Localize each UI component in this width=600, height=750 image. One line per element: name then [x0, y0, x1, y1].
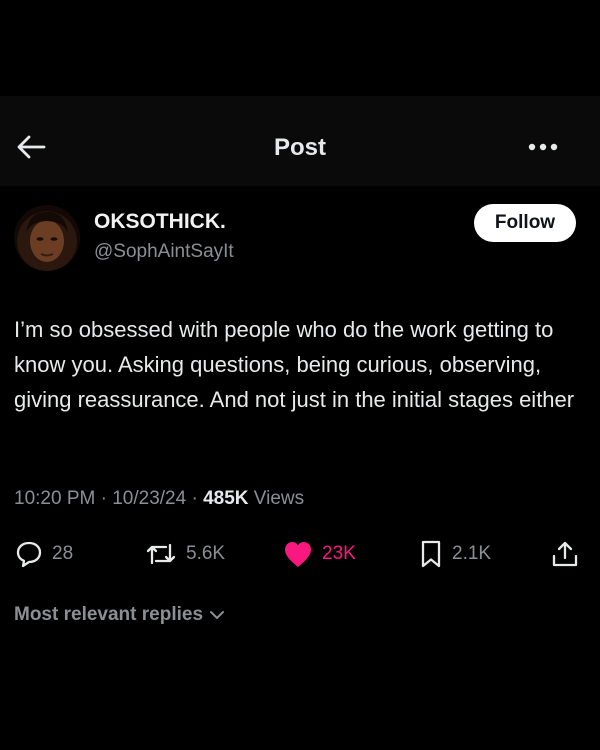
reply-icon [16, 541, 42, 568]
author-display-name[interactable]: OKSOTHICK. [94, 210, 226, 234]
author-handle[interactable]: @SophAintSayIt [94, 241, 234, 263]
repost-count: 5.6K [186, 543, 226, 564]
reply-button[interactable]: 28 [14, 537, 73, 571]
replies-sort-label: Most relevant replies [14, 604, 204, 625]
like-count: 23K [322, 543, 356, 564]
post-date[interactable]: 10/23/24 [112, 488, 186, 509]
views-label: Views [253, 488, 305, 509]
views-count: 485K [203, 488, 249, 509]
heart-filled-icon [285, 542, 311, 567]
bookmark-icon [421, 540, 441, 568]
avatar[interactable] [14, 205, 80, 271]
profile-photo [26, 211, 68, 262]
top-bar: Post [0, 96, 600, 186]
post-text: I’m so obsessed with people who do the w… [14, 317, 575, 412]
page-title: Post [273, 134, 326, 161]
more-horizontal-icon [528, 143, 558, 151]
follow-button[interactable]: Follow [474, 204, 576, 242]
share-icon [552, 541, 578, 567]
replies-sort-dropdown[interactable]: Most relevant replies [14, 604, 225, 626]
share-button[interactable] [550, 537, 580, 571]
post-meta: 10:20 PM · 10/23/24 · 485K Views [14, 488, 304, 510]
meta-separator: · [100, 488, 113, 509]
like-button[interactable]: 23K [282, 537, 356, 571]
bookmark-button[interactable]: 2.1K [418, 537, 491, 571]
repost-button[interactable]: 5.6K [144, 537, 225, 571]
more-button[interactable] [526, 136, 560, 158]
reply-count: 28 [52, 543, 74, 564]
post-time[interactable]: 10:20 PM [14, 488, 95, 509]
repost-icon [146, 543, 176, 565]
meta-separator: · [191, 488, 204, 509]
post-actions: 28 5.6K 23K 2.1K [0, 537, 600, 571]
bookmark-count: 2.1K [452, 543, 492, 564]
chevron-down-icon [210, 611, 225, 619]
